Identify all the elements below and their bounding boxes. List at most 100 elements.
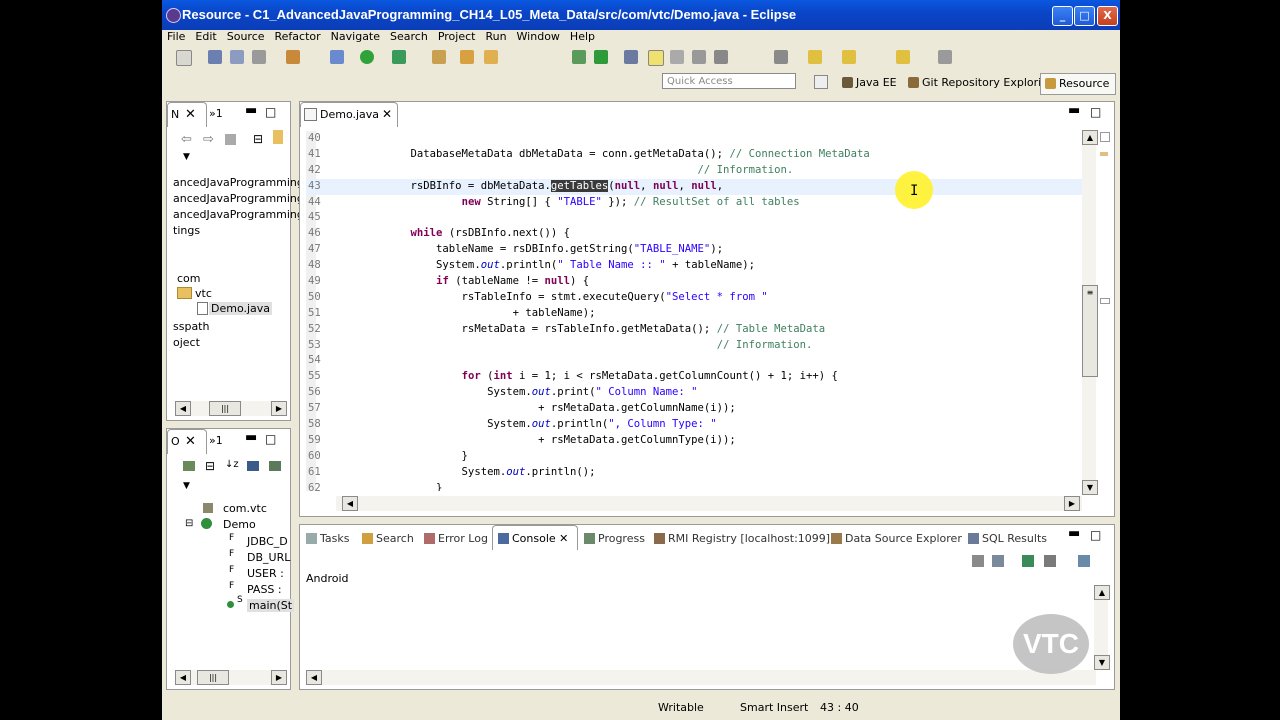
code-line[interactable]: 42 // Information. [306, 163, 1082, 179]
outline-item-field[interactable]: PASS : [247, 583, 282, 596]
view-menu-icon[interactable]: ▼ [183, 481, 190, 491]
scroll-left-icon[interactable]: ◀ [175, 670, 191, 685]
menu-window[interactable]: Window [512, 30, 565, 44]
forward-arrow-icon[interactable]: ⇨ [203, 132, 214, 147]
tree-item-demo-java[interactable]: Demo.java [209, 302, 273, 315]
new-package-icon[interactable] [460, 50, 474, 64]
tree-item[interactable]: ancedJavaProgramming [173, 176, 304, 189]
hide-fields-icon[interactable] [183, 461, 195, 471]
open-type-icon[interactable] [484, 50, 498, 64]
tree-item-com[interactable]: com [177, 272, 201, 285]
scroll-left-icon[interactable]: ◀ [342, 496, 358, 511]
new-icon[interactable] [176, 50, 192, 66]
tab-error-log[interactable]: Error Log [424, 532, 488, 545]
back-icon[interactable] [842, 50, 856, 64]
collapse-toggle-icon[interactable]: ⊟ [185, 518, 193, 529]
outline-item-class[interactable]: Demo [223, 518, 256, 531]
open-perspective-icon[interactable] [814, 75, 828, 89]
scroll-up-icon[interactable]: ▲ [1094, 585, 1110, 600]
close-icon[interactable]: ✕ [382, 107, 392, 121]
up-folder-icon[interactable] [225, 134, 236, 145]
back-arrow-icon[interactable]: ⇦ [181, 132, 192, 147]
more-views-icon[interactable]: »1 [209, 434, 223, 447]
code-line[interactable]: 48 System.out.println(" Table Name :: " … [306, 258, 1082, 274]
tab-rmi-registry[interactable]: RMI Registry [localhost:1099] [654, 532, 830, 545]
menu-help[interactable]: Help [565, 30, 600, 44]
perspective-git[interactable]: Git Repository Exploring [908, 73, 1055, 93]
minimize-view-icon[interactable]: ▬ [245, 430, 257, 445]
toggle-block-selection-icon[interactable] [594, 50, 608, 64]
code-line[interactable]: 51 + tableName); [306, 306, 1082, 322]
code-line[interactable]: 45 [306, 210, 1082, 226]
maximize-view-icon[interactable]: □ [265, 432, 276, 446]
scroll-thumb[interactable]: ||| [197, 670, 229, 685]
scroll-right-icon[interactable]: ▶ [271, 670, 287, 685]
close-icon[interactable]: ✕ [185, 434, 196, 449]
menu-project[interactable]: Project [433, 30, 481, 44]
forward-icon[interactable] [896, 50, 910, 64]
horizontal-scrollbar[interactable]: ◀ ||| ▶ [175, 670, 287, 685]
close-icon[interactable]: ✕ [185, 107, 196, 122]
scroll-right-icon[interactable]: ▶ [1064, 496, 1080, 511]
code-line[interactable]: 44 new String[] { "TABLE" }); // ResultS… [306, 195, 1082, 211]
menu-file[interactable]: File [162, 30, 190, 44]
tab-sql-results[interactable]: SQL Results [968, 532, 1047, 545]
run-icon[interactable] [360, 50, 374, 64]
outline-item-field[interactable]: DB_URL [247, 551, 290, 564]
menu-source[interactable]: Source [222, 30, 270, 44]
code-line[interactable]: 54 [306, 353, 1082, 369]
sort-icon[interactable]: ↓z [225, 459, 239, 470]
tab-progress[interactable]: Progress [584, 532, 645, 545]
code-area[interactable]: 40 41 DatabaseMetaData dbMetaData = conn.… [306, 131, 1082, 491]
code-line[interactable]: 50 rsTableInfo = stmt.executeQuery("Sele… [306, 290, 1082, 306]
more-views-icon[interactable]: »1 [209, 107, 223, 120]
scroll-thumb[interactable]: ≡ [1082, 285, 1098, 377]
tab-search[interactable]: Search [362, 532, 414, 545]
tree-item[interactable]: ancedJavaProgramming [173, 192, 304, 205]
tree-item[interactable]: tings [173, 224, 200, 237]
outline-item-field[interactable]: JDBC_D [247, 535, 288, 548]
close-icon[interactable]: ✕ [559, 532, 568, 545]
highlight-icon[interactable] [648, 50, 664, 66]
hide-static-icon[interactable] [247, 461, 259, 471]
maximize-view-icon[interactable]: □ [1090, 528, 1101, 542]
code-line[interactable]: 56 System.out.print(" Column Name: " [306, 385, 1082, 401]
menu-navigate[interactable]: Navigate [326, 30, 385, 44]
collapse-all-icon[interactable]: ⊟ [205, 459, 215, 473]
pin-console-icon[interactable] [1022, 555, 1034, 567]
menu-run[interactable]: Run [480, 30, 511, 44]
editor-vertical-scrollbar[interactable]: ▲ ≡ ▼ [1082, 130, 1098, 495]
menu-refactor[interactable]: Refactor [270, 30, 326, 44]
code-line[interactable]: 40 [306, 131, 1082, 147]
save-icon[interactable] [208, 50, 222, 64]
scroll-down-icon[interactable]: ▼ [1094, 655, 1110, 670]
perspective-resource[interactable]: Resource [1040, 73, 1117, 95]
tab-console[interactable]: Console ✕ [498, 532, 568, 545]
console-horizontal-scrollbar[interactable]: ◀ [306, 670, 1096, 685]
code-line[interactable]: 58 System.out.println(", Column Type: " [306, 417, 1082, 433]
close-button[interactable]: X [1097, 6, 1118, 26]
editor-horizontal-scrollbar[interactable]: ◀ ▶ [336, 496, 1082, 511]
print-icon[interactable] [252, 50, 266, 64]
tree-item[interactable]: ancedJavaProgramming [173, 208, 304, 221]
scroll-thumb[interactable]: ||| [209, 401, 241, 416]
external-tools-icon[interactable] [392, 50, 406, 64]
clear-console-icon[interactable] [972, 555, 984, 567]
tab-tasks[interactable]: Tasks [306, 532, 349, 545]
minimize-view-icon[interactable]: ▬ [245, 103, 257, 118]
tab-data-source-explorer[interactable]: Data Source Explorer [831, 532, 962, 545]
code-line[interactable]: 49 if (tableName != null) { [306, 274, 1082, 290]
code-line[interactable]: 55 for (int i = 1; i < rsMetaData.getCol… [306, 369, 1082, 385]
code-line[interactable]: 41 DatabaseMetaData dbMetaData = conn.ge… [306, 147, 1082, 163]
toggle-mark-occurrences-icon[interactable] [572, 50, 586, 64]
hide-non-public-icon[interactable] [269, 461, 281, 471]
tree-item[interactable]: sspath [173, 320, 209, 333]
scroll-left-icon[interactable]: ◀ [306, 670, 322, 685]
show-whitespace-icon[interactable] [670, 50, 684, 64]
tree-item-vtc[interactable]: vtc [195, 287, 212, 300]
menu-search[interactable]: Search [385, 30, 433, 44]
code-line[interactable]: 47 tableName = rsDBInfo.getString("TABLE… [306, 242, 1082, 258]
title-bar[interactable]: Resource - C1_AdvancedJavaProgramming_CH… [162, 0, 1120, 30]
outline-item-field[interactable]: USER : [247, 567, 284, 580]
scroll-up-icon[interactable]: ▲ [1082, 130, 1098, 145]
